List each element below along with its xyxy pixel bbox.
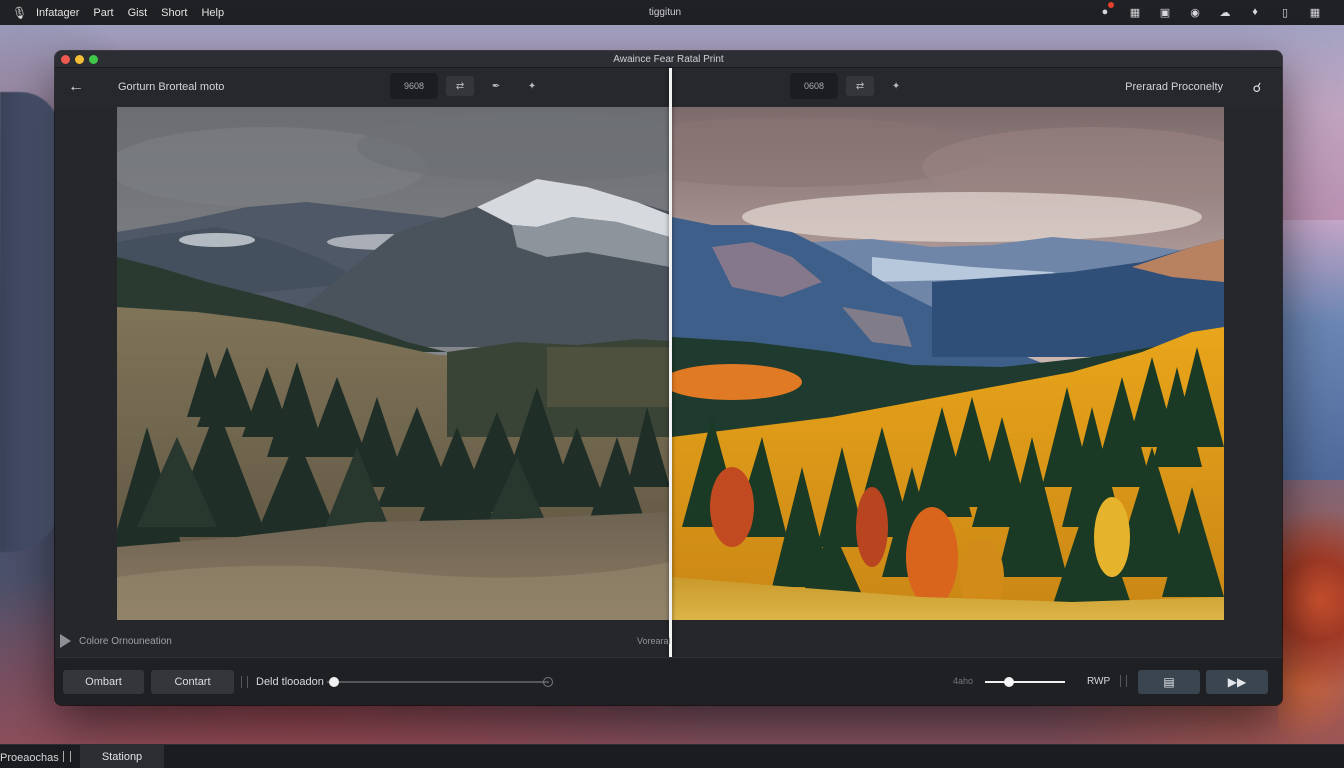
wallpaper-rock bbox=[0, 92, 60, 552]
after-wand-icon[interactable]: ✦ bbox=[882, 76, 910, 96]
info-left-label: Colore Ornouneation bbox=[79, 636, 172, 647]
briefcase-icon: ▤ bbox=[1163, 675, 1175, 689]
after-segment-controls: 0608 ⇄ ✦ bbox=[790, 73, 910, 99]
menu-item-gist[interactable]: Gist bbox=[128, 7, 148, 19]
ombart-button[interactable]: Ombart bbox=[63, 670, 144, 694]
before-segment-label[interactable]: 9608 bbox=[390, 73, 439, 99]
before-wand-icon[interactable]: ✦ bbox=[518, 76, 546, 96]
grid-icon[interactable]: ▦ bbox=[1306, 3, 1324, 21]
taskbar-item-1-label: Proeaochas bbox=[0, 752, 59, 764]
contart-button[interactable]: Contart bbox=[151, 670, 234, 694]
after-segment-label[interactable]: 0608 bbox=[790, 73, 839, 99]
before-photo[interactable] bbox=[117, 107, 670, 620]
menu-item-part[interactable]: Part bbox=[93, 7, 113, 19]
wallpaper-tree bbox=[1278, 480, 1344, 740]
export-button[interactable]: ▤ bbox=[1138, 670, 1200, 694]
wallpaper-lake bbox=[1280, 220, 1344, 480]
detail-slider-group: Deld tlooadon bbox=[241, 670, 556, 694]
back-arrow-icon[interactable]: ← bbox=[65, 78, 87, 98]
window-titlebar: Awaince Fear Ratal Print bbox=[55, 51, 1282, 68]
cloud-icon[interactable]: ☁ bbox=[1216, 3, 1234, 21]
status-icons: ● ▦ ▣ ◉ ☁ ♦ ▯ ▦ bbox=[1096, 2, 1324, 21]
before-photo-image bbox=[117, 107, 670, 620]
after-compare-icon[interactable]: ⇄ bbox=[846, 76, 875, 96]
notification-badge bbox=[1108, 2, 1114, 8]
taskbar-item-2[interactable]: Stationp bbox=[80, 745, 164, 768]
detail-slider-thumb[interactable] bbox=[328, 677, 339, 687]
battery-icon[interactable]: ▯ bbox=[1276, 3, 1294, 21]
taskbar-bars-icon bbox=[62, 751, 71, 762]
mic-icon[interactable]: 🎙 bbox=[12, 6, 27, 20]
after-pane-title: Prerarad Proconelty bbox=[1125, 81, 1223, 93]
detail-slider-track[interactable] bbox=[327, 681, 549, 683]
taskbar: Proeaochas Stationp bbox=[0, 744, 1344, 768]
volume-label: 4aho bbox=[953, 676, 974, 686]
play-icon[interactable] bbox=[60, 634, 71, 648]
system-menubar: 🎙 Infatager Part Gist Short Help tiggitu… bbox=[0, 0, 1344, 25]
volume-slider-track[interactable] bbox=[985, 681, 1065, 683]
mode-divider bbox=[1120, 675, 1127, 687]
menu-item-app[interactable]: Infatager bbox=[36, 7, 79, 19]
slider-divider bbox=[241, 676, 248, 688]
volume-slider-thumb[interactable] bbox=[1004, 677, 1014, 687]
taskbar-item-1[interactable]: Proeaochas bbox=[0, 751, 71, 764]
menu-item-short[interactable]: Short bbox=[161, 7, 187, 19]
window-title: Awaince Fear Ratal Print bbox=[613, 54, 724, 65]
app-window: Awaince Fear Ratal Print ← Gorturn Brort… bbox=[55, 51, 1282, 705]
bottom-control-bar: Ombart Contart Deld tlooadon 4aho RWP ▤ … bbox=[55, 657, 1282, 705]
detail-slider-label: Deld tlooadon bbox=[256, 676, 324, 688]
after-photo-image bbox=[672, 107, 1224, 620]
after-photo[interactable] bbox=[672, 107, 1224, 620]
compare-divider-handle[interactable] bbox=[669, 68, 672, 705]
before-segment-controls: 9608 ⇄ ✒ ✦ bbox=[390, 73, 546, 99]
notification-icon[interactable]: ● bbox=[1096, 2, 1114, 21]
info-center-label: Vorearal bbox=[637, 636, 671, 646]
forward-icon: ▶▶ bbox=[1227, 675, 1247, 689]
menu-item-help[interactable]: Help bbox=[201, 7, 224, 19]
menubar-center-title: tiggitun bbox=[648, 7, 682, 18]
wifi-icon[interactable]: ◉ bbox=[1186, 3, 1204, 21]
info-row: Colore Ornouneation Vorearal bbox=[55, 631, 1282, 653]
forward-button[interactable]: ▶▶ bbox=[1206, 670, 1268, 694]
before-brush-icon[interactable]: ✒ bbox=[482, 76, 510, 96]
before-compare-icon[interactable]: ⇄ bbox=[446, 76, 475, 96]
display-icon[interactable]: ▣ bbox=[1156, 3, 1174, 21]
mode-label: RWP bbox=[1087, 676, 1111, 687]
extension-icon[interactable]: ▦ bbox=[1126, 3, 1144, 21]
before-pane-title: Gorturn Brorteal moto bbox=[118, 81, 225, 93]
detail-slider-end bbox=[543, 677, 553, 687]
bell-icon[interactable]: ♦ bbox=[1246, 3, 1264, 21]
headset-icon[interactable]: ☌ bbox=[1246, 77, 1268, 99]
